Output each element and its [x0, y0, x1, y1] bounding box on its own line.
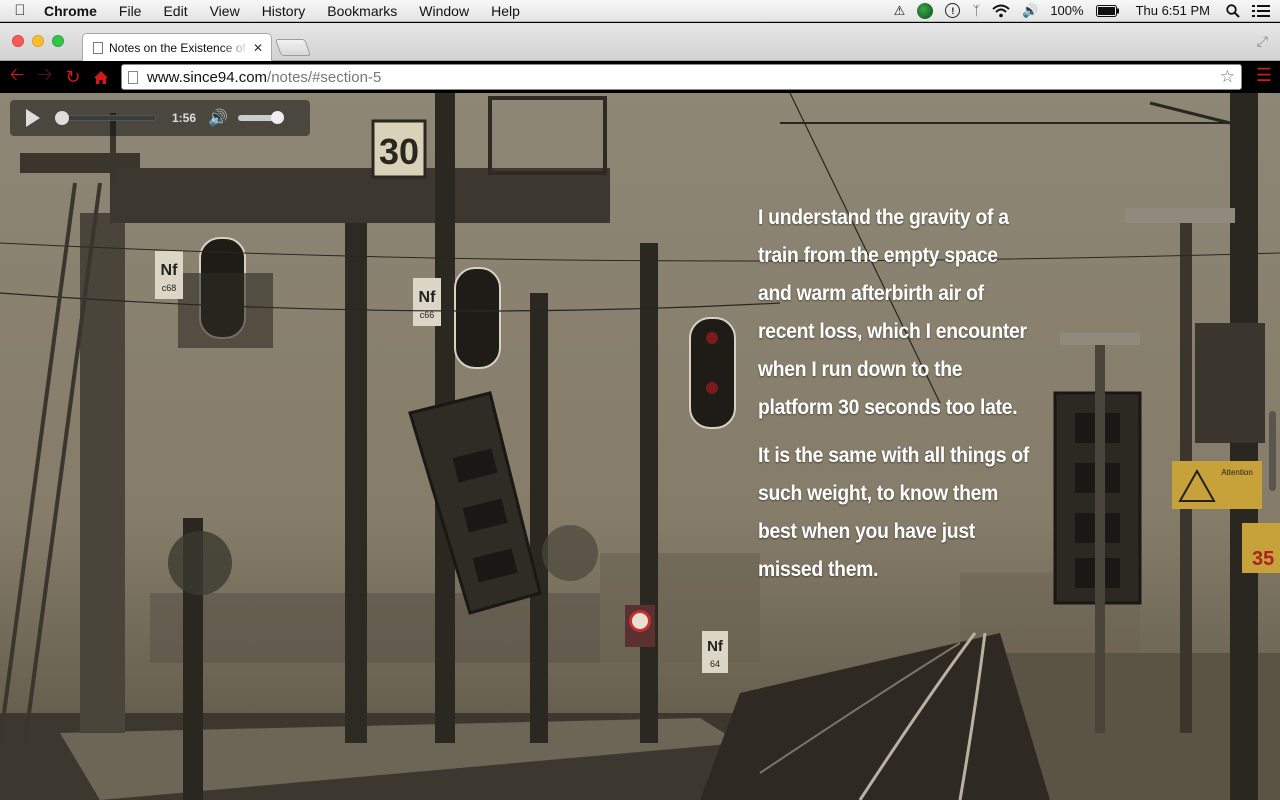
globe-status-icon[interactable] — [911, 0, 939, 22]
bookmark-star-icon[interactable]: ☆ — [1220, 67, 1235, 87]
sign-c66: c66 — [420, 310, 435, 320]
macos-menubar:  Chrome File Edit View History Bookmark… — [0, 0, 1280, 22]
chrome-menu-icon[interactable]: ☰ — [1256, 65, 1272, 86]
sign-nf-1: Nf — [161, 262, 179, 279]
sign-64: 64 — [710, 659, 720, 669]
minimize-window-button[interactable] — [32, 35, 44, 47]
reload-icon[interactable]: ↻ — [59, 63, 87, 91]
menu-history[interactable]: History — [251, 0, 317, 22]
page-viewport: 30 Attention 35 Nf c68 Nf c66 Nf 64 1:56… — [0, 93, 1280, 800]
window-controls — [12, 35, 64, 47]
sign-c68: c68 — [162, 283, 177, 293]
time-machine-icon[interactable]: ! — [939, 0, 966, 22]
app-menu-chrome[interactable]: Chrome — [40, 0, 108, 22]
audio-time: 1:56 — [172, 111, 197, 125]
menu-window[interactable]: Window — [408, 0, 480, 22]
tab-close-icon[interactable]: ✕ — [253, 41, 263, 55]
battery-percent[interactable]: 100% — [1044, 0, 1089, 22]
attention-sign: Attention — [1221, 468, 1253, 477]
url-host: www.since94.com — [147, 68, 268, 86]
url-path: /notes/#section-5 — [267, 68, 382, 86]
back-arrow-icon[interactable]: 🡠 — [3, 63, 31, 91]
page-icon — [128, 70, 138, 84]
spotlight-search-icon[interactable] — [1220, 0, 1246, 22]
battery-icon[interactable] — [1090, 0, 1126, 22]
notification-center-icon[interactable] — [1246, 0, 1280, 22]
new-tab-button[interactable] — [274, 39, 312, 56]
zoom-window-button[interactable] — [52, 35, 64, 47]
menu-edit[interactable]: Edit — [152, 0, 198, 22]
sign-nf-2: Nf — [419, 289, 437, 306]
home-icon[interactable] — [87, 63, 115, 91]
close-window-button[interactable] — [12, 35, 24, 47]
passage-paragraph-1: I understand the gravity of a train from… — [758, 206, 1027, 419]
page-favicon-icon — [93, 41, 103, 54]
apple-menu-icon[interactable]:  — [0, 2, 40, 19]
wifi-icon[interactable] — [986, 0, 1016, 22]
menu-file[interactable]: File — [108, 0, 153, 22]
passage-paragraph-2: It is the same with all things of such w… — [758, 444, 1030, 581]
seek-thumb[interactable] — [55, 111, 69, 125]
sign-35: 35 — [1252, 548, 1274, 570]
speaker-icon[interactable]: 🔊 — [208, 108, 228, 128]
browser-tab-strip: Notes on the Existence of ✕ ⤢ — [0, 23, 1280, 61]
menubar-clock[interactable]: Thu 6:51 PM — [1126, 0, 1220, 22]
bluetooth-icon[interactable]: ᛉ — [966, 0, 986, 22]
background-photo: 30 Attention 35 Nf c68 Nf c66 Nf 64 — [0, 93, 1280, 800]
page-scrollbar[interactable] — [1269, 411, 1276, 491]
volume-slider[interactable] — [237, 111, 284, 124]
volume-thumb[interactable] — [270, 111, 284, 124]
menu-view[interactable]: View — [199, 0, 251, 22]
volume-icon[interactable]: 🔊 — [1016, 0, 1044, 22]
sign-nf-3: Nf — [707, 638, 724, 655]
tab-title: Notes on the Existence of — [109, 40, 246, 55]
fullscreen-icon[interactable]: ⤢ — [1257, 33, 1268, 50]
menu-bookmarks[interactable]: Bookmarks — [316, 0, 408, 22]
seek-bar[interactable] — [55, 111, 156, 125]
notes-passage: I understand the gravity of a train from… — [758, 199, 1034, 589]
speed-sign-30: 30 — [379, 131, 419, 172]
play-button[interactable] — [26, 109, 40, 127]
audio-player: 1:56 🔊 — [10, 100, 310, 136]
warning-status-icon[interactable]: ⚠ — [888, 0, 912, 22]
address-bar[interactable]: www.since94.com/notes/#section-5 ☆ — [121, 64, 1242, 90]
browser-toolbar: 🡠 🡢 ↻ www.since94.com/notes/#section-5 ☆… — [0, 61, 1280, 93]
menu-help[interactable]: Help — [480, 0, 531, 22]
forward-arrow-icon[interactable]: 🡢 — [31, 63, 59, 91]
tab-active[interactable]: Notes on the Existence of ✕ — [82, 33, 272, 61]
